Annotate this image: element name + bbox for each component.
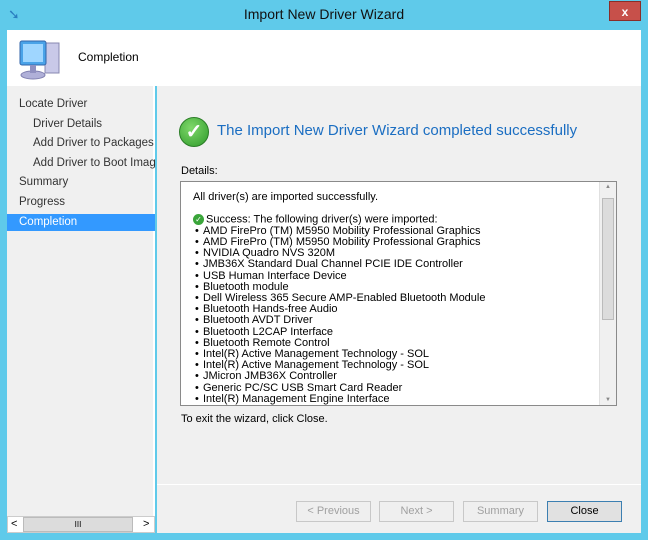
scroll-up-arrow-icon[interactable]: ▲ (605, 184, 611, 190)
window-close-button[interactable]: x (609, 1, 641, 21)
scroll-thumb[interactable]: III (23, 517, 133, 532)
computer-icon (19, 40, 60, 80)
exit-instruction: To exit the wizard, click Close. (181, 413, 328, 425)
summary-line: All driver(s) are imported successfully. (193, 191, 379, 203)
scroll-right-button[interactable]: > (143, 518, 149, 530)
nav-item-progress[interactable]: Progress (7, 194, 155, 211)
driver-list-item: JMB36X Standard Dual Channel PCIE IDE Co… (193, 259, 603, 271)
completion-title: The Import New Driver Wizard completed s… (217, 122, 578, 139)
wizard-nav: Locate Driver Driver Details Add Driver to… (7, 86, 155, 533)
previous-button[interactable]: < Previous (296, 501, 371, 522)
nav-item-driver-details[interactable]: Driver Details (7, 116, 155, 133)
driver-list-item: Intel(R) Management Engine Interface (193, 393, 603, 405)
success-small-check-icon: ✓ (193, 214, 204, 226)
summary-button[interactable]: Summary (463, 501, 538, 522)
success-check-icon: ✓ (179, 117, 209, 147)
driver-list-item: JMicron JMB36X Controller (193, 371, 603, 383)
nav-item-add-driver-to-boot-images[interactable]: Add Driver to Boot Images (7, 155, 155, 172)
title-bar: ➘ Import New Driver Wizard x (0, 0, 648, 30)
close-button[interactable]: Close (547, 501, 622, 522)
success-text: Success: The following driver(s) were im… (206, 213, 438, 226)
scroll-thumb[interactable] (602, 198, 614, 320)
next-button[interactable]: Next > (379, 501, 454, 522)
nav-item-locate-driver[interactable]: Locate Driver (7, 96, 155, 113)
scroll-down-arrow-icon[interactable]: ▼ (605, 397, 611, 403)
window-title: Import New Driver Wizard (243, 6, 405, 22)
details-label: Details: (181, 165, 218, 177)
nav-item-summary[interactable]: Summary (7, 174, 155, 191)
nav-item-add-driver-to-packages[interactable]: Add Driver to Packages (7, 135, 155, 152)
details-box[interactable]: All driver(s) are imported successfully.… (180, 181, 617, 406)
details-vertical-scrollbar[interactable]: ▲ ▼ (599, 182, 616, 405)
nav-horizontal-scrollbar[interactable]: < III > (7, 516, 155, 533)
divider (157, 484, 641, 485)
driver-list-item: Bluetooth AVDT Driver (193, 315, 603, 327)
scroll-left-button[interactable]: < (11, 518, 17, 530)
header-title: Completion (78, 50, 139, 64)
wizard-main: ✓ The Import New Driver Wizard completed… (157, 86, 641, 533)
nav-item-completion[interactable]: Completion (7, 213, 155, 231)
wizard-header: Completion (7, 30, 641, 86)
